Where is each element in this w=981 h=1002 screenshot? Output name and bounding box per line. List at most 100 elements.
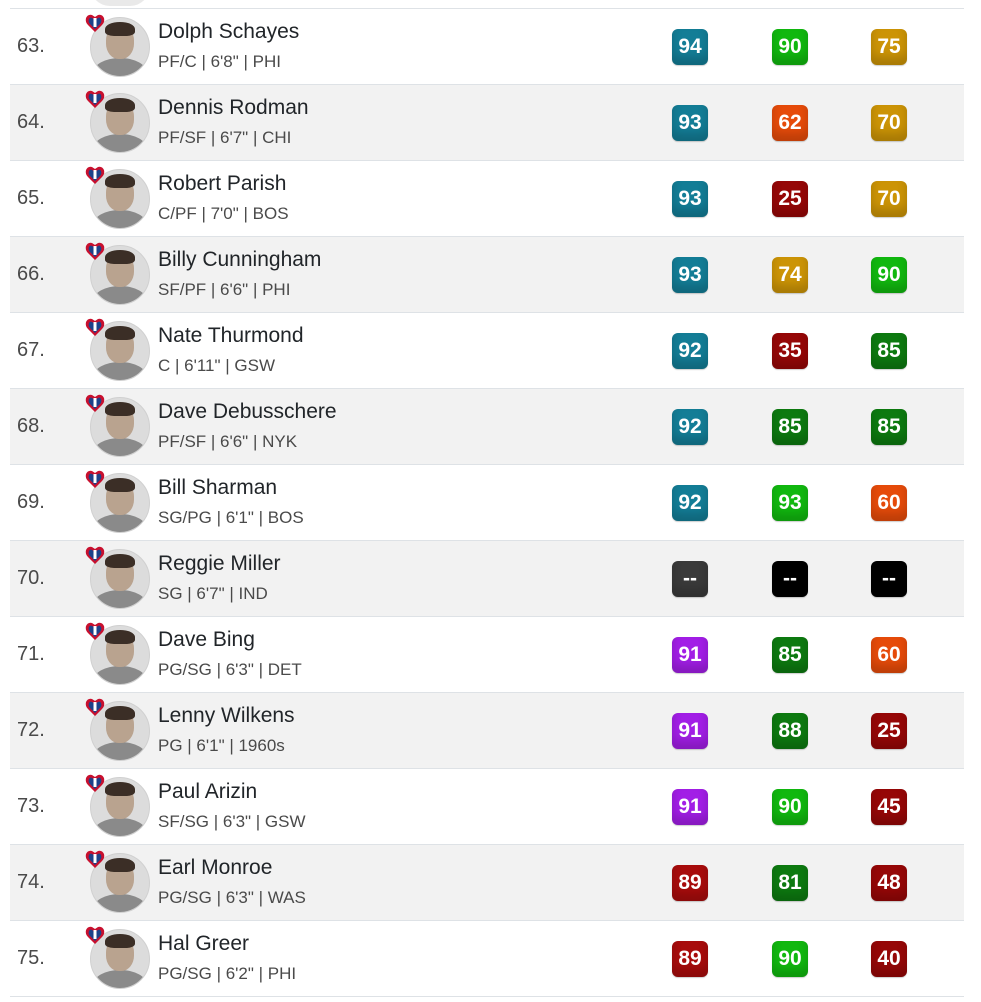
avatar-hair	[105, 554, 135, 568]
avatar-hair	[105, 478, 135, 492]
overall-rating-badge: 91	[672, 713, 708, 749]
avatar-hair	[105, 858, 135, 872]
nba-75th-anniversary-logo-icon	[85, 622, 105, 640]
player-name[interactable]: Reggie Miller	[158, 552, 281, 576]
dunk-rating-badge: 45	[871, 789, 907, 825]
table-row[interactable]: 71. Dave Bing PG/SG | 6'3" | DET 91 85 6…	[10, 617, 964, 693]
avatar-shoulders	[93, 742, 147, 760]
table-row[interactable]: 75. Hal Greer PG/SG | 6'2" | PHI 89 90 4…	[10, 921, 964, 997]
player-name[interactable]: Robert Parish	[158, 172, 286, 196]
player-position-height-team: PF/SF | 6'7" | CHI	[158, 128, 292, 147]
player-name[interactable]: Dennis Rodman	[158, 96, 309, 120]
rank-number: 71.	[17, 643, 45, 665]
table-row[interactable]: 63. Dolph Schayes PF/C | 6'8" | PHI 94 9…	[10, 9, 964, 85]
player-position-height-team: PF/C | 6'8" | PHI	[158, 52, 281, 71]
player-position-height-team: PG | 6'1" | 1960s	[158, 736, 285, 755]
nba-75th-anniversary-logo-icon	[85, 90, 105, 108]
overall-rating-badge: 89	[672, 865, 708, 901]
nba-75th-anniversary-logo-icon	[85, 242, 105, 260]
avatar-shoulders	[93, 590, 147, 608]
dunk-rating-badge: 60	[871, 637, 907, 673]
table-row[interactable]: 73. Paul Arizin SF/SG | 6'3" | GSW 91 90…	[10, 769, 964, 845]
player-name[interactable]: Bill Sharman	[158, 476, 277, 500]
dunk-rating-badge: 85	[871, 333, 907, 369]
overall-rating-badge: 89	[672, 941, 708, 977]
rank-number: 75.	[17, 947, 45, 969]
dunk-rating-badge: --	[871, 561, 907, 597]
avatar-hair	[105, 934, 135, 948]
player-position-height-team: PG/SG | 6'3" | WAS	[158, 888, 306, 907]
table-row[interactable]: 64. Dennis Rodman PF/SF | 6'7" | CHI 93 …	[10, 85, 964, 161]
player-ranking-table: 63. Dolph Schayes PF/C | 6'8" | PHI 94 9…	[10, 8, 964, 997]
dunk-rating-badge: 70	[871, 181, 907, 217]
avatar-hair	[105, 326, 135, 340]
avatar-shoulders	[93, 666, 147, 684]
player-name[interactable]: Billy Cunningham	[158, 248, 321, 272]
three-point-rating-badge: --	[772, 561, 808, 597]
table-row[interactable]: 67. Nate Thurmond C | 6'11" | GSW 92 35 …	[10, 313, 964, 389]
overall-rating-badge: --	[672, 561, 708, 597]
dunk-rating-badge: 90	[871, 257, 907, 293]
player-position-height-team: SF/SG | 6'3" | GSW	[158, 812, 306, 831]
player-name[interactable]: Dave Bing	[158, 628, 255, 652]
three-point-rating-badge: 90	[772, 789, 808, 825]
table-row[interactable]: 68. Dave Debusschere PF/SF | 6'6" | NYK …	[10, 389, 964, 465]
avatar-shoulders	[93, 58, 147, 76]
player-position-height-team: SG/PG | 6'1" | BOS	[158, 508, 304, 527]
avatar-hair	[105, 706, 135, 720]
avatar-hair	[105, 250, 135, 264]
player-name[interactable]: Paul Arizin	[158, 780, 257, 804]
dunk-rating-badge: 25	[871, 713, 907, 749]
rank-number: 63.	[17, 35, 45, 57]
player-position-height-team: C | 6'11" | GSW	[158, 356, 275, 375]
nba-75th-anniversary-logo-icon	[85, 318, 105, 336]
table-row[interactable]: 69. Bill Sharman SG/PG | 6'1" | BOS 92 9…	[10, 465, 964, 541]
three-point-rating-badge: 74	[772, 257, 808, 293]
rank-number: 66.	[17, 263, 45, 285]
rank-number: 74.	[17, 871, 45, 893]
overall-rating-badge: 92	[672, 409, 708, 445]
avatar-shoulders	[93, 362, 147, 380]
rank-number: 64.	[17, 111, 45, 133]
three-point-rating-badge: 90	[772, 941, 808, 977]
avatar-hair	[105, 402, 135, 416]
dunk-rating-badge: 70	[871, 105, 907, 141]
table-row[interactable]: 72. Lenny Wilkens PG | 6'1" | 1960s 91 8…	[10, 693, 964, 769]
three-point-rating-badge: 93	[772, 485, 808, 521]
player-name[interactable]: Lenny Wilkens	[158, 704, 295, 728]
player-position-height-team: PF/SF | 6'6" | NYK	[158, 432, 298, 451]
avatar-shoulders	[93, 514, 147, 532]
overall-rating-badge: 92	[672, 333, 708, 369]
avatar-hair	[105, 174, 135, 188]
avatar-shoulders	[93, 286, 147, 304]
three-point-rating-badge: 85	[772, 409, 808, 445]
table-row[interactable]: 66. Billy Cunningham SF/PF | 6'6" | PHI …	[10, 237, 964, 313]
dunk-rating-badge: 75	[871, 29, 907, 65]
nba-75th-anniversary-logo-icon	[85, 166, 105, 184]
overall-rating-badge: 93	[672, 257, 708, 293]
avatar-hair	[105, 782, 135, 796]
overall-rating-badge: 91	[672, 789, 708, 825]
avatar-hair	[105, 22, 135, 36]
rank-number: 67.	[17, 339, 45, 361]
three-point-rating-badge: 35	[772, 333, 808, 369]
player-name[interactable]: Hal Greer	[158, 932, 249, 956]
player-name[interactable]: Dolph Schayes	[158, 20, 299, 44]
player-name[interactable]: Earl Monroe	[158, 856, 272, 880]
avatar-shoulders	[93, 438, 147, 456]
three-point-rating-badge: 90	[772, 29, 808, 65]
player-name[interactable]: Dave Debusschere	[158, 400, 337, 424]
table-row[interactable]: 70. Reggie Miller SG | 6'7" | IND -- -- …	[10, 541, 964, 617]
rank-number: 65.	[17, 187, 45, 209]
three-point-rating-badge: 25	[772, 181, 808, 217]
player-name[interactable]: Nate Thurmond	[158, 324, 304, 348]
avatar-hair	[105, 98, 135, 112]
rank-number: 68.	[17, 415, 45, 437]
nba-75th-anniversary-logo-icon	[85, 470, 105, 488]
nba-75th-anniversary-logo-icon	[85, 774, 105, 792]
nba-75th-anniversary-logo-icon	[85, 546, 105, 564]
player-position-height-team: PG/SG | 6'3" | DET	[158, 660, 302, 679]
table-row[interactable]: 74. Earl Monroe PG/SG | 6'3" | WAS 89 81…	[10, 845, 964, 921]
avatar-shoulders	[93, 970, 147, 988]
table-row[interactable]: 65. Robert Parish C/PF | 7'0" | BOS 93 2…	[10, 161, 964, 237]
